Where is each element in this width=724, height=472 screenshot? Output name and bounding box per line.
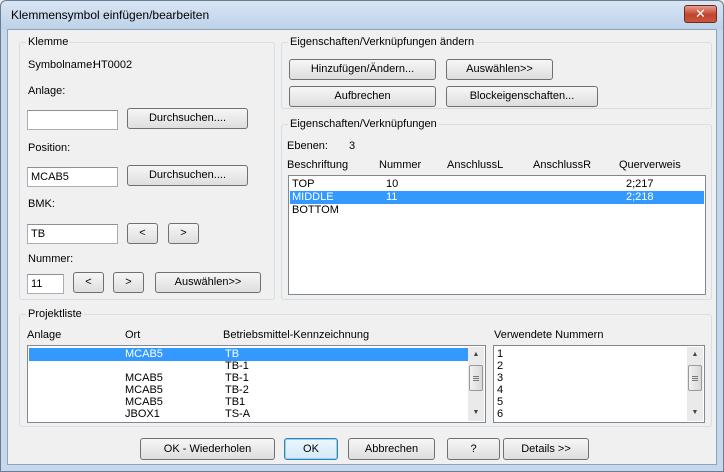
list-item[interactable]: TOP 10 2;217 [290,178,704,191]
anlage-input[interactable] [27,110,118,130]
group-eigenschaften-label: Eigenschaften/Verknüpfungen [288,118,439,130]
cell-ort: JBOX1 [125,408,160,420]
select-button[interactable]: Auswählen>> [446,59,553,80]
bmk-next-button[interactable]: > [168,223,199,244]
bmk-label: BMK: [28,198,55,210]
group-klemme: Klemme Symbolname: HT0002 Anlage: Durchs… [19,36,275,300]
eigenschaften-list[interactable]: TOP 10 2;217 MIDDLE 11 2;218 BOTTOM [288,175,706,295]
scroll-up-icon[interactable]: ▲ [687,347,703,363]
cell-querverweis: 2;218 [626,191,654,203]
ok-button[interactable]: OK [284,438,338,460]
nummer-auswaehlen-button[interactable]: Auswählen>> [155,272,261,293]
title-bar[interactable]: Klemmensymbol einfügen/bearbeiten ✕ [1,1,723,29]
used-numbers-list[interactable]: 1 2 3 4 5 6 ▲ ▼ [493,345,705,423]
help-button[interactable]: ? [447,438,500,460]
used-numbers-scrollbar[interactable]: ▲ ▼ [687,347,703,421]
projektliste-scrollbar[interactable]: ▲ ▼ [468,347,484,421]
position-label: Position: [28,142,71,154]
group-klemme-label: Klemme [26,36,71,48]
cell-bmk: TS-A [225,408,251,420]
group-eigenschaften-aendern: Eigenschaften/Verknüpfungen ändern Hinzu… [281,36,712,109]
group-eigenschaften-aendern-label: Eigenschaften/Verknüpfungen ändern [288,36,477,48]
anlage-browse-button[interactable]: Durchsuchen.... [127,108,248,129]
group-eigenschaften: Eigenschaften/Verknüpfungen Ebenen: 3 Be… [281,118,712,300]
scroll-thumb[interactable] [469,365,483,391]
cell-querverweis: 2;217 [626,178,654,190]
symbolname-value: HT0002 [93,59,133,71]
ebenen-value: 3 [349,140,356,152]
window-title: Klemmensymbol einfügen/bearbeiten [11,8,210,22]
cancel-button[interactable]: Abbrechen [348,438,435,460]
nummer-input[interactable]: 11 [27,274,64,294]
column-anschlussl[interactable]: AnschlussL [447,159,503,171]
position-browse-button[interactable]: Durchsuchen.... [127,165,248,186]
used-numbers-label: Verwendete Nummern [494,329,604,341]
nummer-prev-button[interactable]: < [73,272,104,293]
cell-beschriftung: BOTTOM [292,204,339,216]
position-input[interactable]: MCAB5 [27,167,118,187]
details-button[interactable]: Details >> [503,438,589,460]
column-anlage[interactable]: Anlage [27,329,61,341]
list-item[interactable]: 6 [497,408,503,421]
nummer-label: Nummer: [28,253,74,265]
dialog-client-area: Klemme Symbolname: HT0002 Anlage: Durchs… [7,29,717,465]
list-item[interactable]: BOTTOM [290,204,704,217]
bmk-input[interactable]: TB [27,224,118,244]
bmk-prev-button[interactable]: < [127,223,158,244]
add-change-button[interactable]: Hinzufügen/Ändern... [289,59,436,80]
scroll-up-icon[interactable]: ▲ [468,347,484,363]
column-bmk[interactable]: Betriebsmittel-Kennzeichnung [223,329,369,341]
column-nummer[interactable]: Nummer [379,159,421,171]
column-anschlussr[interactable]: AnschlussR [533,159,591,171]
scroll-down-icon[interactable]: ▼ [468,405,484,421]
ok-repeat-button[interactable]: OK - Wiederholen [140,438,275,460]
symbolname-label: Symbolname: [28,59,96,71]
column-querverweis[interactable]: Querverweis [619,159,681,171]
block-properties-button[interactable]: Blockeigenschaften... [446,86,598,107]
cell-beschriftung: MIDDLE [292,191,334,203]
scroll-down-icon[interactable]: ▼ [687,405,703,421]
column-ort[interactable]: Ort [125,329,140,341]
group-projektliste-label: Projektliste [26,308,84,320]
cell-nummer: 10 [386,178,399,190]
nummer-next-button[interactable]: > [113,272,144,293]
cell-beschriftung: TOP [292,178,315,190]
ebenen-label: Ebenen: [287,140,328,152]
dialog-window: Klemmensymbol einfügen/bearbeiten ✕ Klem… [0,0,724,472]
cell-nummer: 11 [386,191,398,203]
list-item[interactable]: JBOX1 TS-A [29,408,468,421]
column-beschriftung[interactable]: Beschriftung [287,159,348,171]
scroll-thumb[interactable] [688,365,702,391]
break-button[interactable]: Aufbrechen [289,86,436,107]
group-projektliste: Projektliste Anlage Ort Betriebsmittel-K… [19,308,712,427]
close-button[interactable]: ✕ [684,5,717,23]
close-icon: ✕ [695,6,706,21]
anlage-label: Anlage: [28,85,66,97]
projektliste-list[interactable]: MCAB5 TB TB-1 MCAB5 TB-1 MCAB5 TB-2 MCAB… [27,345,486,423]
list-item-selected[interactable]: MIDDLE 11 2;218 [290,191,704,204]
